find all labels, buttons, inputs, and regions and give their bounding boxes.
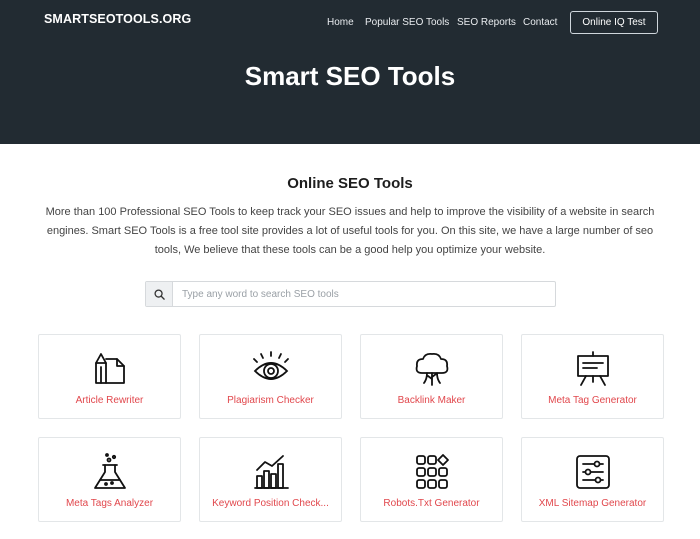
presentation-board-icon (573, 349, 613, 389)
tool-card-article-rewriter[interactable]: Article Rewriter (38, 334, 181, 419)
tool-label: Article Rewriter (75, 395, 144, 406)
tool-card-backlink-maker[interactable]: Backlink Maker (360, 334, 503, 419)
tool-card-meta-tag-generator[interactable]: Meta Tag Generator (521, 334, 664, 419)
search-icon[interactable] (146, 282, 173, 306)
tool-label: Meta Tag Generator (548, 395, 637, 406)
site-logo[interactable]: SMARTSEOTOOLS.ORG (44, 12, 191, 26)
tool-label: Backlink Maker (397, 395, 466, 406)
sliders-icon (573, 452, 613, 492)
tool-label: Plagiarism Checker (227, 395, 314, 406)
tool-label: Robots.Txt Generator (383, 498, 480, 509)
nav-popular-seo-tools[interactable]: Popular SEO Tools (365, 17, 449, 28)
tool-card-plagiarism-checker[interactable]: Plagiarism Checker (199, 334, 342, 419)
tool-label: XML Sitemap Generator (538, 498, 647, 509)
hero-title: Smart SEO Tools (244, 61, 456, 91)
online-iq-test-button[interactable]: Online IQ Test (570, 11, 658, 34)
intro-text: More than 100 Professional SEO Tools to … (45, 206, 655, 256)
bar-chart-icon (251, 452, 291, 492)
nav-seo-reports[interactable]: SEO Reports (457, 17, 516, 28)
search-input[interactable] (173, 282, 555, 306)
tool-card-xml-sitemap-generator[interactable]: XML Sitemap Generator (521, 437, 664, 522)
nav-home[interactable]: Home (327, 17, 354, 28)
document-rewrite-icon (90, 349, 130, 389)
hero-header: SMARTSEOTOOLS.ORG Home Popular SEO Tools… (0, 0, 700, 144)
eye-icon (251, 349, 291, 389)
section-title: Online SEO Tools (287, 175, 413, 192)
tree-icon (412, 349, 452, 389)
search-bar (145, 281, 556, 307)
tool-card-robots-txt-generator[interactable]: Robots.Txt Generator (360, 437, 503, 522)
nav-contact[interactable]: Contact (523, 17, 557, 28)
grid-icon (412, 452, 452, 492)
tool-label: Keyword Position Check... (212, 498, 329, 509)
tool-card-keyword-position-checker[interactable]: Keyword Position Check... (199, 437, 342, 522)
tool-card-meta-tags-analyzer[interactable]: Meta Tags Analyzer (38, 437, 181, 522)
tool-label: Meta Tags Analyzer (65, 498, 154, 509)
flask-icon (90, 452, 130, 492)
